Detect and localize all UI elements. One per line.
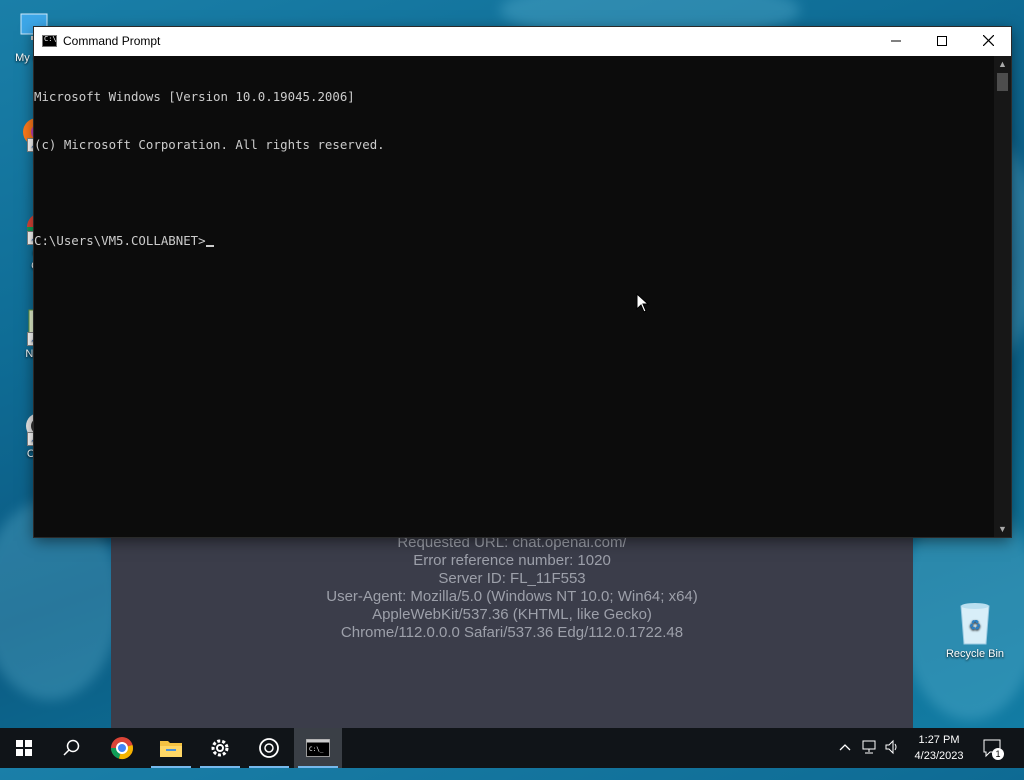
start-icon: [16, 740, 32, 756]
taskbar: C:\_ 1:27 PM 4/23/2023 1: [0, 728, 1024, 768]
window-title: Command Prompt: [63, 34, 161, 48]
desktop-icon-label: Recycle Bin: [945, 648, 1005, 660]
close-icon: [982, 34, 994, 47]
taskbar-clock[interactable]: 1:27 PM 4/23/2023: [904, 732, 974, 764]
notification-badge: 1: [992, 748, 1004, 760]
maximize-button[interactable]: [919, 27, 965, 56]
error-user-agent: AppleWebKit/537.36 (KHTML, like Gecko): [372, 606, 652, 623]
minimize-icon: [891, 40, 901, 42]
window-title-bar[interactable]: Command Prompt: [34, 27, 1011, 56]
text-cursor: [205, 245, 214, 247]
error-reference-number: Error reference number: 1020: [413, 552, 611, 569]
scrollbar-thumb[interactable]: [997, 73, 1008, 91]
console-prompt: C:\Users\VM5.COLLABNET>: [34, 233, 206, 248]
search-button[interactable]: [48, 728, 96, 768]
network-icon: [862, 740, 876, 754]
taskbar-command-prompt[interactable]: C:\_: [294, 728, 342, 768]
command-prompt-icon: C:\_: [306, 739, 330, 757]
network-button[interactable]: [862, 739, 880, 779]
close-button[interactable]: [965, 27, 1011, 56]
scroll-up-arrow-icon[interactable]: ▲: [994, 56, 1011, 72]
volume-button[interactable]: [884, 739, 902, 779]
taskbar-file-explorer[interactable]: [147, 728, 195, 768]
taskbar-chatgpt[interactable]: [245, 728, 293, 768]
maximize-icon: [937, 36, 947, 46]
vertical-scrollbar[interactable]: ▲ ▼: [994, 56, 1011, 537]
start-button[interactable]: [0, 728, 48, 768]
minimize-button[interactable]: [873, 27, 919, 56]
svg-text:C:\_: C:\_: [309, 746, 324, 753]
clock-date: 4/23/2023: [914, 750, 964, 762]
error-user-agent: User-Agent: Mozilla/5.0 (Windows NT 10.0…: [326, 588, 698, 605]
console-prompt-line[interactable]: C:\Users\VM5.COLLABNET>: [34, 233, 994, 249]
command-prompt-icon: [42, 35, 57, 47]
command-prompt-window[interactable]: Command Prompt Microsoft Windows [Versio…: [34, 27, 1011, 537]
console-line: (c) Microsoft Corporation. All rights re…: [34, 137, 385, 152]
desktop-icon-recycle-bin[interactable]: ♻ Recycle Bin: [940, 600, 1010, 661]
show-hidden-icons-button[interactable]: [838, 740, 856, 780]
notification-center-button[interactable]: 1: [982, 738, 1004, 778]
search-icon: [63, 739, 80, 756]
scroll-down-arrow-icon[interactable]: ▼: [994, 521, 1011, 537]
console-line: Microsoft Windows [Version 10.0.19045.20…: [34, 89, 355, 104]
browser-error-page: Requested URL: chat.openai.com/ Error re…: [111, 520, 913, 728]
speaker-icon: [885, 739, 897, 755]
error-server-id: Server ID: FL_11F553: [438, 570, 586, 587]
file-explorer-icon: [160, 741, 182, 757]
console-output[interactable]: Microsoft Windows [Version 10.0.19045.20…: [34, 56, 994, 538]
chevron-up-icon: [839, 744, 851, 751]
error-user-agent: Chrome/112.0.0.0 Safari/537.36 Edg/112.0…: [340, 624, 684, 641]
taskbar-settings[interactable]: [196, 728, 244, 768]
chatgpt-icon: [259, 738, 279, 758]
taskbar-chrome[interactable]: [98, 728, 146, 768]
chrome-icon: [110, 737, 133, 759]
settings-icon: [211, 739, 229, 757]
clock-time: 1:27 PM: [918, 734, 960, 746]
recycle-bin-icon: ♻: [955, 600, 995, 645]
svg-text:♻: ♻: [969, 618, 982, 634]
